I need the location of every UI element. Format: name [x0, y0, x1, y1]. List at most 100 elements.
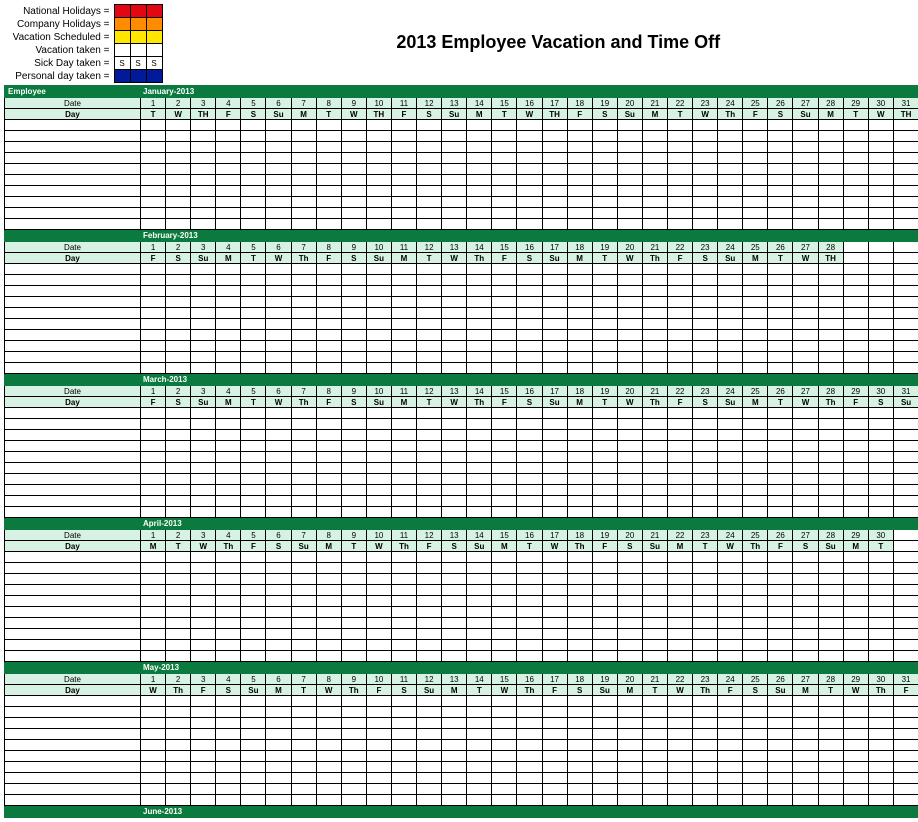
grid-cell[interactable]	[542, 762, 567, 773]
grid-cell[interactable]	[316, 507, 341, 518]
grid-cell[interactable]	[567, 762, 592, 773]
grid-cell[interactable]	[191, 153, 216, 164]
grid-cell[interactable]	[141, 219, 166, 230]
grid-cell[interactable]	[642, 341, 667, 352]
grid-cell[interactable]	[667, 441, 692, 452]
grid-cell[interactable]	[793, 463, 818, 474]
grid-cell[interactable]	[743, 740, 768, 751]
grid-cell[interactable]	[492, 264, 517, 275]
grid-cell[interactable]	[366, 131, 391, 142]
grid-cell[interactable]	[718, 363, 743, 374]
grid-cell[interactable]	[366, 142, 391, 153]
grid-cell[interactable]	[216, 297, 241, 308]
grid-cell[interactable]	[316, 784, 341, 795]
grid-cell[interactable]	[843, 319, 868, 330]
grid-cell[interactable]	[843, 773, 868, 784]
grid-cell[interactable]	[843, 729, 868, 740]
grid-cell[interactable]	[542, 773, 567, 784]
grid-cell[interactable]	[768, 408, 793, 419]
grid-cell[interactable]	[693, 341, 718, 352]
grid-cell[interactable]	[266, 507, 291, 518]
grid-cell[interactable]	[467, 164, 492, 175]
grid-cell[interactable]	[642, 463, 667, 474]
grid-cell[interactable]	[266, 640, 291, 651]
grid-cell[interactable]	[868, 419, 893, 430]
grid-cell[interactable]	[442, 696, 467, 707]
grid-cell[interactable]	[743, 696, 768, 707]
grid-cell[interactable]	[542, 264, 567, 275]
grid-cell[interactable]	[693, 607, 718, 618]
grid-cell[interactable]	[693, 186, 718, 197]
grid-cell[interactable]	[743, 419, 768, 430]
grid-cell[interactable]	[216, 707, 241, 718]
grid-cell[interactable]	[166, 264, 191, 275]
grid-cell[interactable]	[592, 175, 617, 186]
grid-cell[interactable]	[141, 751, 166, 762]
grid-cell[interactable]	[141, 408, 166, 419]
grid-cell[interactable]	[316, 563, 341, 574]
grid-cell[interactable]	[718, 563, 743, 574]
grid-cell[interactable]	[642, 153, 667, 164]
grid-cell[interactable]	[517, 186, 542, 197]
grid-cell[interactable]	[216, 463, 241, 474]
grid-cell[interactable]	[517, 419, 542, 430]
grid-cell[interactable]	[517, 784, 542, 795]
grid-cell[interactable]	[642, 629, 667, 640]
grid-cell[interactable]	[617, 552, 642, 563]
grid-cell[interactable]	[191, 585, 216, 596]
employee-cell[interactable]	[5, 297, 141, 308]
grid-cell[interactable]	[391, 640, 416, 651]
grid-cell[interactable]	[442, 629, 467, 640]
employee-cell[interactable]	[5, 729, 141, 740]
grid-cell[interactable]	[266, 352, 291, 363]
grid-cell[interactable]	[667, 120, 692, 131]
grid-cell[interactable]	[793, 574, 818, 585]
grid-cell[interactable]	[868, 496, 893, 507]
grid-cell[interactable]	[266, 740, 291, 751]
grid-cell[interactable]	[391, 795, 416, 806]
grid-cell[interactable]	[893, 574, 918, 585]
grid-cell[interactable]	[191, 175, 216, 186]
grid-cell[interactable]	[417, 275, 442, 286]
grid-cell[interactable]	[467, 452, 492, 463]
grid-cell[interactable]	[592, 441, 617, 452]
grid-cell[interactable]	[316, 773, 341, 784]
grid-cell[interactable]	[341, 696, 366, 707]
grid-cell[interactable]	[868, 751, 893, 762]
grid-cell[interactable]	[718, 696, 743, 707]
grid-cell[interactable]	[391, 474, 416, 485]
grid-cell[interactable]	[492, 352, 517, 363]
grid-cell[interactable]	[592, 341, 617, 352]
grid-cell[interactable]	[191, 308, 216, 319]
grid-cell[interactable]	[216, 175, 241, 186]
grid-cell[interactable]	[693, 740, 718, 751]
grid-cell[interactable]	[216, 219, 241, 230]
grid-cell[interactable]	[567, 286, 592, 297]
grid-cell[interactable]	[266, 795, 291, 806]
grid-cell[interactable]	[868, 120, 893, 131]
grid-cell[interactable]	[266, 164, 291, 175]
grid-cell[interactable]	[592, 596, 617, 607]
grid-cell[interactable]	[417, 629, 442, 640]
grid-cell[interactable]	[366, 208, 391, 219]
grid-cell[interactable]	[843, 596, 868, 607]
grid-cell[interactable]	[241, 496, 266, 507]
grid-cell[interactable]	[316, 607, 341, 618]
grid-cell[interactable]	[693, 286, 718, 297]
grid-cell[interactable]	[693, 153, 718, 164]
grid-cell[interactable]	[442, 297, 467, 308]
grid-cell[interactable]	[868, 341, 893, 352]
grid-cell[interactable]	[391, 552, 416, 563]
grid-cell[interactable]	[768, 208, 793, 219]
grid-cell[interactable]	[366, 784, 391, 795]
grid-cell[interactable]	[592, 707, 617, 718]
grid-cell[interactable]	[141, 419, 166, 430]
grid-cell[interactable]	[391, 275, 416, 286]
grid-cell[interactable]	[642, 707, 667, 718]
grid-cell[interactable]	[341, 563, 366, 574]
grid-cell[interactable]	[718, 352, 743, 363]
grid-cell[interactable]	[642, 718, 667, 729]
grid-cell[interactable]	[818, 142, 843, 153]
grid-cell[interactable]	[743, 452, 768, 463]
grid-cell[interactable]	[166, 596, 191, 607]
